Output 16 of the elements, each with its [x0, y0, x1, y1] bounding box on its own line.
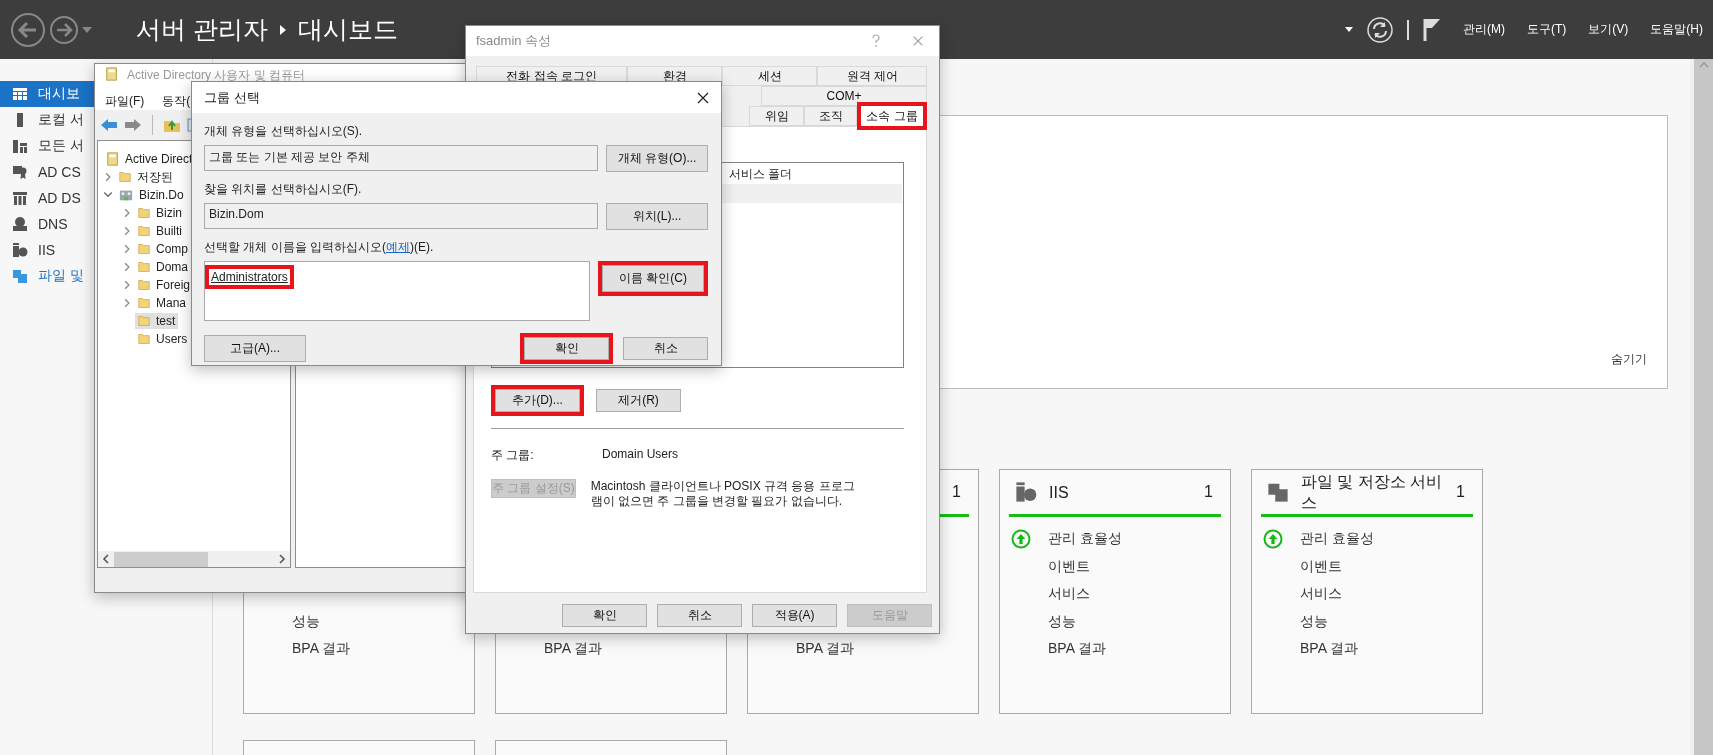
app-title: 서버 관리자 — [136, 14, 268, 45]
field-label: 찾을 위치를 선택하십시오(F). — [204, 182, 363, 197]
field-label: 선택할 개체 이름을 입력하십시오(예제)(E). — [204, 240, 435, 255]
note-text: Macintosh 클라이언트나 POSIX 규격 응용 프로그램이 없으면 주 그룹을 변경할 필요가 없습니다. — [590, 479, 856, 509]
field-label: 개체 유형을 선택하십시오(S). — [204, 124, 363, 139]
field-label: 주 그룹: — [491, 447, 535, 464]
folder-cell: 서비스 폴더 — [729, 166, 793, 183]
tile-count: 1 — [1456, 483, 1465, 501]
page-title: 대시보드 — [297, 14, 398, 45]
window-title: Active Directory 사용자 및 컴퓨터 — [127, 67, 306, 84]
field-value: Domain Users — [602, 447, 679, 463]
tile-count: 1 — [952, 483, 961, 501]
window-title: fsadmin 속성 — [476, 32, 552, 50]
field-value: Administrators — [210, 269, 289, 285]
tile-count: 1 — [1204, 483, 1213, 501]
window-title: 그룹 선택 — [204, 88, 260, 107]
